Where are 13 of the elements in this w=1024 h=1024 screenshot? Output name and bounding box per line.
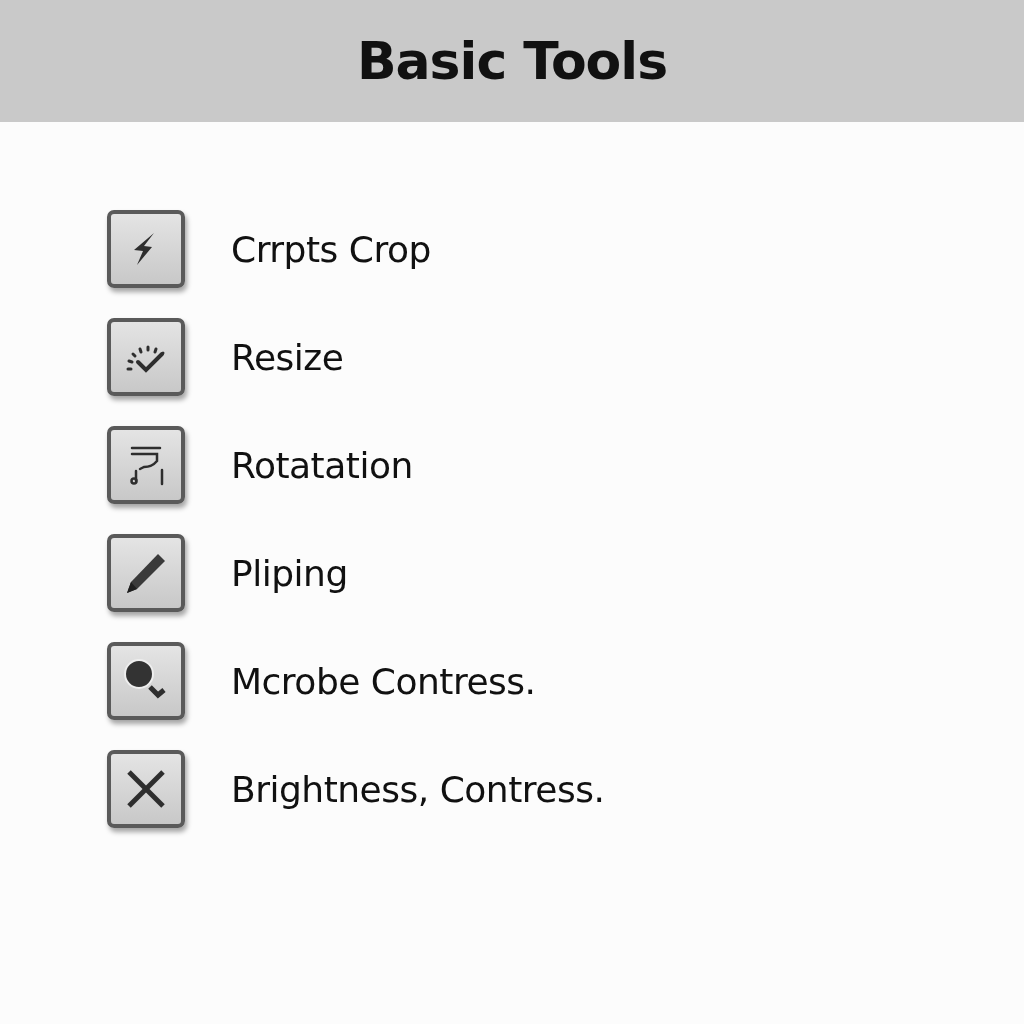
tool-label: Mcrobe Contress.	[231, 660, 536, 702]
tool-label: Brightness, Contress.	[231, 768, 605, 810]
tool-button[interactable]	[107, 426, 185, 504]
tool-label: Resize	[231, 336, 344, 378]
tool-button[interactable]	[107, 534, 185, 612]
tool-button[interactable]	[107, 318, 185, 396]
tool-button[interactable]	[107, 750, 185, 828]
tool-button[interactable]	[107, 642, 185, 720]
tool-label: Crrpts Crop	[231, 228, 431, 270]
tool-label: Rotatation	[231, 444, 413, 486]
tool-label: Pliping	[231, 552, 348, 594]
tool-button[interactable]	[107, 210, 185, 288]
window-title: Basic Tools	[356, 31, 668, 91]
